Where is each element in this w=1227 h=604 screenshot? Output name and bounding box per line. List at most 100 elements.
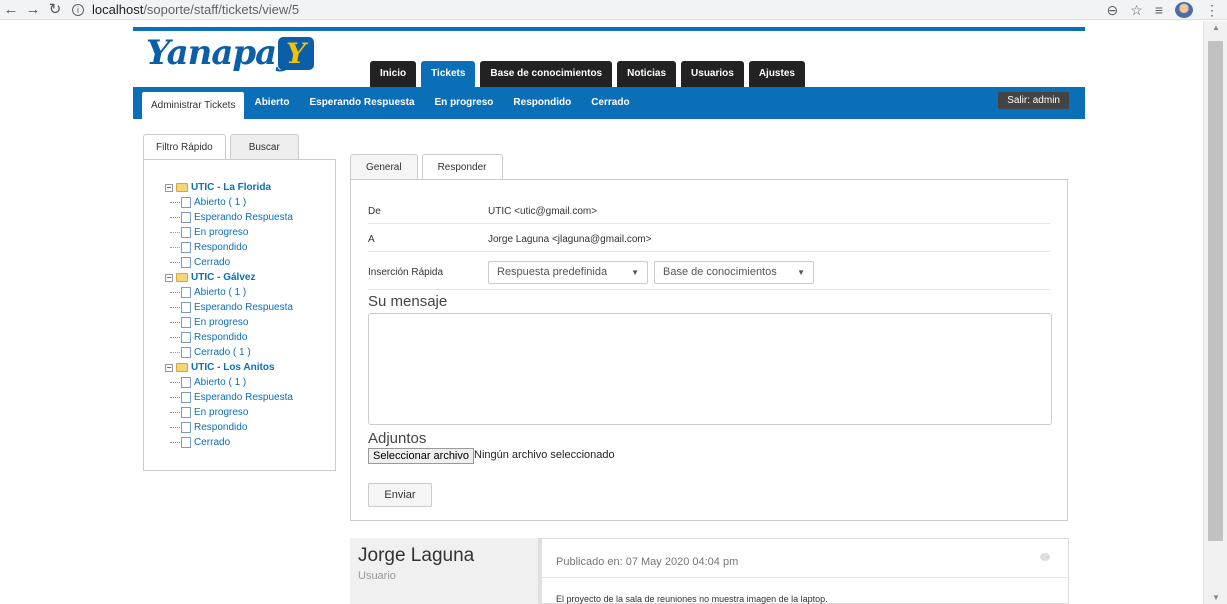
choose-file-button[interactable]: Seleccionar archivo [368, 448, 474, 464]
logo-text[interactable]: Yanapay [146, 33, 296, 73]
playlist-icon[interactable]: ≡ [1155, 2, 1163, 18]
document-icon [181, 302, 191, 313]
tree-group: − UTIC - Los Anitos Abierto ( 1 ) Esperan… [165, 360, 293, 450]
url-host: localhost [92, 2, 144, 17]
subnav-esperando-respuesta[interactable]: Esperando Respuesta [299, 87, 424, 119]
url-path: /soporte/staff/tickets/view/5 [143, 2, 300, 17]
avatar[interactable] [1175, 2, 1193, 18]
sidebar-tabs: Filtro Rápido Buscar [143, 134, 299, 159]
tree-item[interactable]: Abierto ( 1 ) [165, 375, 293, 390]
reload-icon[interactable]: ↻ [44, 0, 66, 20]
document-icon [181, 197, 191, 208]
back-icon[interactable]: ← [0, 0, 22, 20]
document-icon [181, 392, 191, 403]
select-value: Respuesta predefinida [497, 265, 608, 278]
scrollbar-thumb[interactable] [1208, 41, 1223, 541]
predefined-response-select[interactable]: Respuesta predefinida ▼ [488, 260, 648, 284]
tree-item[interactable]: Esperando Respuesta [165, 210, 293, 225]
tree-group-header[interactable]: − UTIC - La Florida [165, 180, 293, 195]
tree-item-label: Respondido [194, 242, 248, 253]
tree-item[interactable]: Abierto ( 1 ) [165, 195, 293, 210]
tree-item[interactable]: Respondido [165, 330, 293, 345]
document-icon [181, 377, 191, 388]
tree-item[interactable]: Esperando Respuesta [165, 390, 293, 405]
scrollbar[interactable]: ▲ ▼ [1203, 21, 1227, 604]
tab-base-de-conocimientos[interactable]: Base de conocimientos [480, 61, 613, 87]
tree-item-label: Cerrado [194, 437, 231, 448]
document-icon [181, 407, 191, 418]
collapse-icon[interactable]: − [165, 363, 173, 372]
tree-item[interactable]: En progreso [165, 315, 293, 330]
top-accent-line [133, 27, 1085, 31]
folder-icon [176, 183, 188, 192]
to-label: A [368, 234, 375, 245]
quick-insert-row: Inserción Rápida Respuesta predefinida ▼ … [368, 255, 1050, 290]
message-title: Su mensaje [368, 293, 448, 310]
star-icon[interactable]: ☆ [1130, 2, 1143, 19]
knowledge-base-select[interactable]: Base de conocimientos ▼ [654, 260, 814, 284]
tree-item-label: Cerrado ( 1 ) [194, 347, 251, 358]
to-row: A Jorge Laguna <jlaguna@gmail.com> [368, 228, 1050, 252]
subnav-cerrado[interactable]: Cerrado [581, 87, 639, 119]
tree-item[interactable]: Esperando Respuesta [165, 300, 293, 315]
group-label: UTIC - Gálvez [191, 272, 256, 283]
document-icon [181, 437, 191, 448]
from-value: UTIC <utic@gmail.com> [488, 206, 598, 217]
tree-item[interactable]: Cerrado [165, 435, 293, 450]
select-value: Base de conocimientos [663, 265, 777, 278]
subnav-en-progreso[interactable]: En progreso [425, 87, 504, 119]
tree-item-label: Cerrado [194, 257, 231, 268]
post-role: Usuario [358, 570, 396, 582]
menu-icon[interactable]: ⋮ [1205, 2, 1219, 19]
chevron-down-icon: ▼ [631, 267, 639, 277]
tab-responder[interactable]: Responder [421, 154, 503, 180]
info-icon[interactable]: i [72, 3, 84, 16]
tab-filtro-rapido[interactable]: Filtro Rápido [143, 134, 226, 159]
message-textarea[interactable] [368, 313, 1052, 425]
send-button[interactable]: Enviar [368, 483, 432, 507]
scroll-down-icon[interactable]: ▼ [1212, 593, 1220, 602]
address-bar[interactable]: i localhost/soporte/staff/tickets/view/5 [72, 2, 299, 17]
folder-icon [176, 363, 188, 372]
tree-item[interactable]: Cerrado ( 1 ) [165, 345, 293, 360]
collapse-icon[interactable]: − [165, 273, 173, 282]
collapse-icon[interactable]: − [165, 183, 173, 192]
forward-icon[interactable]: → [22, 0, 44, 20]
tab-general[interactable]: General [350, 154, 418, 179]
post-author: Jorge Laguna [358, 545, 475, 566]
document-icon [181, 212, 191, 223]
main-navigation: Inicio Tickets Base de conocimientos Not… [370, 61, 805, 87]
subnav-abierto[interactable]: Abierto [244, 87, 299, 119]
tab-tickets[interactable]: Tickets [421, 61, 476, 87]
content-tabs: General Responder [350, 154, 503, 180]
tree-item[interactable]: Respondido [165, 240, 293, 255]
document-icon [181, 332, 191, 343]
document-icon [181, 257, 191, 268]
subnav-respondido[interactable]: Respondido [503, 87, 581, 119]
tab-inicio[interactable]: Inicio [370, 61, 417, 87]
tab-usuarios[interactable]: Usuarios [681, 61, 744, 87]
tree-item[interactable]: Respondido [165, 420, 293, 435]
tab-noticias[interactable]: Noticias [617, 61, 677, 87]
tree-item-label: Esperando Respuesta [194, 302, 293, 313]
document-icon [181, 287, 191, 298]
tab-buscar[interactable]: Buscar [229, 134, 299, 159]
zoom-icon[interactable]: ⊖ [1107, 2, 1119, 19]
tree-group-header[interactable]: − UTIC - Los Anitos [165, 360, 293, 375]
quick-insert-label: Inserción Rápida [368, 266, 444, 278]
scroll-up-icon[interactable]: ▲ [1212, 23, 1220, 32]
tab-ajustes[interactable]: Ajustes [748, 61, 805, 87]
tree-item[interactable]: En progreso [165, 225, 293, 240]
subnav-administrar-tickets[interactable]: Administrar Tickets [142, 92, 245, 119]
tree-item[interactable]: En progreso [165, 405, 293, 420]
document-icon [181, 317, 191, 328]
document-icon [181, 242, 191, 253]
tree-group-header[interactable]: − UTIC - Gálvez [165, 270, 293, 285]
document-icon [181, 227, 191, 238]
tree-item[interactable]: Cerrado [165, 255, 293, 270]
logout-button[interactable]: Salir: admin [998, 92, 1069, 109]
post-date: Publicado en: 07 May 2020 04:04 pm [556, 556, 739, 568]
tree-item[interactable]: Abierto ( 1 ) [165, 285, 293, 300]
tree-item-label: Respondido [194, 422, 248, 433]
tree-item-label: En progreso [194, 407, 249, 418]
